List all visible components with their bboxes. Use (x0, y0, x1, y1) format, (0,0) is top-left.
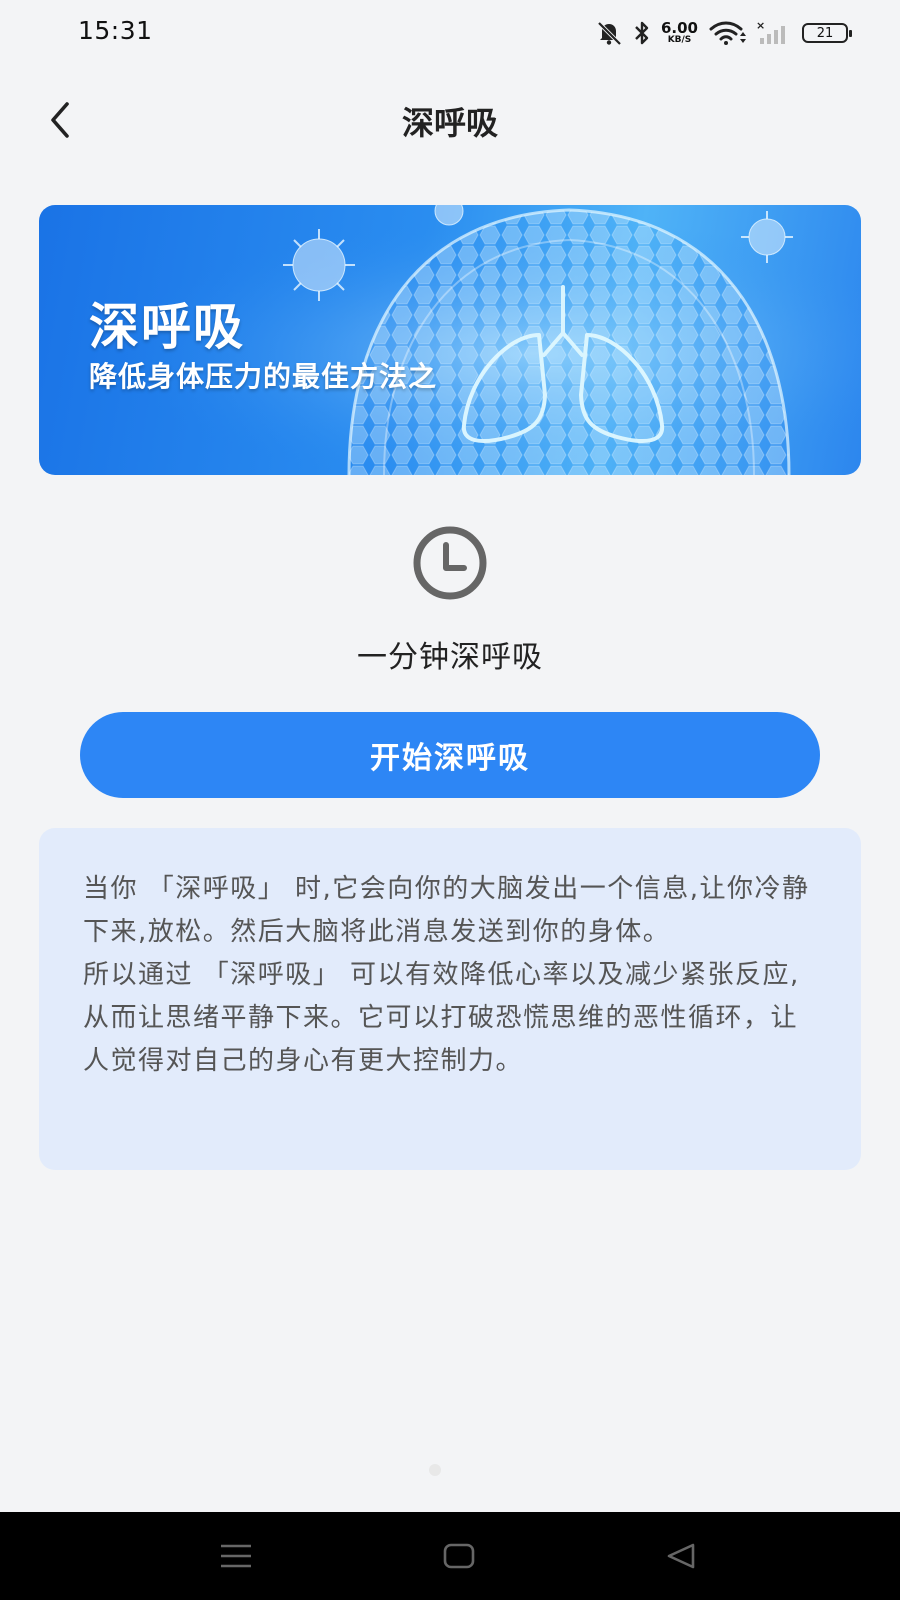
home-icon (443, 1543, 475, 1569)
net-speed: 6.00 KB/S (660, 19, 698, 45)
banner-title: 深呼吸 (89, 298, 245, 356)
wifi-icon (708, 20, 746, 46)
description-paragraph-2: 所以通过 「深呼吸」 可以有效降低心率以及减少紧张反应,从而让思绪平静下来。它可… (83, 960, 800, 1076)
page-indicator (429, 1464, 441, 1476)
header: 深呼吸 (0, 76, 900, 166)
status-bar: 15:31 6.00 KB/S × 21 (0, 0, 900, 66)
duration-label: 一分钟深呼吸 (357, 640, 543, 675)
start-breathing-button[interactable]: 开始深呼吸 (80, 712, 820, 798)
clock-icon (402, 523, 498, 607)
status-time: 15:31 (78, 16, 153, 45)
description-paragraph-1: 当你 「深呼吸」 时,它会向你的大脑发出一个信息,让你冷静下来,放松。然后大脑将… (83, 874, 810, 947)
navigation-bar (0, 1512, 900, 1600)
banner: 深呼吸 降低身体压力的最佳方法之 (39, 205, 861, 475)
bluetooth-icon (633, 20, 651, 46)
recent-apps-button[interactable] (211, 1534, 261, 1578)
mute-icon (595, 20, 623, 46)
page-title: 深呼吸 (401, 104, 498, 142)
banner-subtitle: 降低身体压力的最佳方法之 (89, 360, 438, 393)
signal-icon: × (756, 20, 792, 46)
description-card: 当你 「深呼吸」 时,它会向你的大脑发出一个信息,让你冷静下来,放松。然后大脑将… (39, 828, 861, 1170)
start-breathing-button-label: 开始深呼吸 (370, 741, 530, 776)
home-button[interactable] (434, 1534, 484, 1578)
status-icons: 6.00 KB/S × 21 (595, 18, 852, 48)
back-nav-button[interactable] (656, 1534, 706, 1578)
battery-icon: 21 (802, 23, 852, 43)
svg-text:×: × (756, 20, 765, 32)
menu-icon (221, 1544, 251, 1568)
back-triangle-icon (667, 1543, 695, 1569)
